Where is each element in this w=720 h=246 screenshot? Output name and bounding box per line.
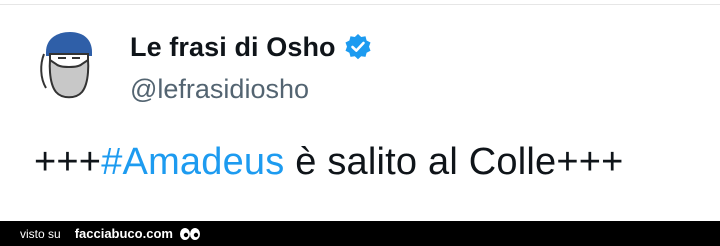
divider <box>0 4 720 5</box>
footer-site-link[interactable]: facciabuco.com <box>75 226 173 241</box>
verified-badge-icon <box>344 33 372 61</box>
bearded-face-icon <box>40 32 92 99</box>
tweet-text: +++#Amadeus è salito al Colle+++ <box>34 141 624 184</box>
name-row: Le frasi di Osho <box>130 30 372 64</box>
user-handle[interactable]: @lefrasidiosho <box>130 74 309 105</box>
display-name[interactable]: Le frasi di Osho <box>130 32 336 63</box>
tweet-card: Le frasi di Osho @lefrasidiosho +++#Amad… <box>0 0 720 221</box>
watermark-bar: visto su facciabuco.com <box>0 221 720 246</box>
tweet-text-suffix: è salito al Colle+++ <box>284 141 624 183</box>
hashtag-link[interactable]: #Amadeus <box>101 141 284 183</box>
tweet-text-prefix: +++ <box>34 141 102 183</box>
footer-prefix: visto su <box>20 226 61 241</box>
avatar[interactable] <box>38 30 98 100</box>
eyes-icon <box>179 227 201 241</box>
